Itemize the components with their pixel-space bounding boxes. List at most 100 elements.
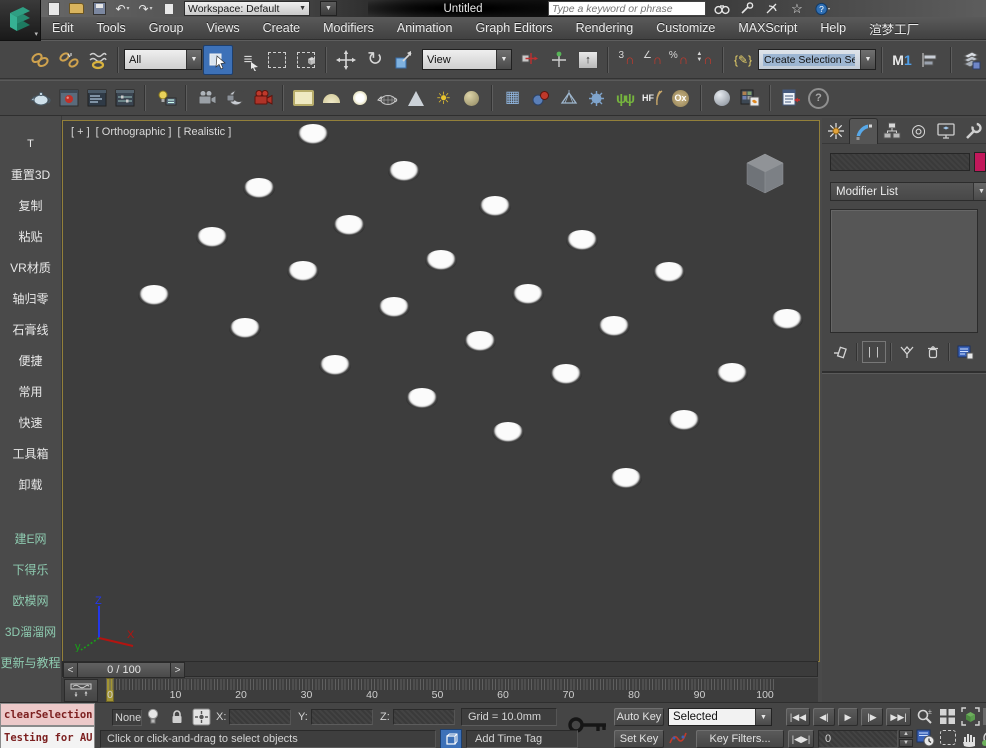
ceiling-light-object[interactable] xyxy=(378,297,410,318)
sidebar-tool-cn-7[interactable]: 便捷 xyxy=(18,351,42,371)
zoom-mode-icon[interactable]: ± xyxy=(916,708,934,729)
cone-light-icon[interactable] xyxy=(403,85,428,111)
undo-button[interactable]: ↶▾ xyxy=(115,2,130,15)
track-bar[interactable]: 0102030405060708090100 xyxy=(62,678,818,703)
light-lister-icon[interactable] xyxy=(153,85,178,111)
ceiling-light-object[interactable] xyxy=(566,230,598,251)
object-name-field[interactable] xyxy=(830,153,970,171)
film-camera-icon[interactable] xyxy=(194,85,219,111)
time-slider[interactable]: < 0 / 100 > xyxy=(62,661,818,677)
remove-modifier-button[interactable] xyxy=(922,342,944,362)
viewport-menu-general[interactable]: [ + ] xyxy=(71,126,90,138)
z-coordinate-field[interactable] xyxy=(393,709,455,725)
ceiling-light-object[interactable] xyxy=(771,309,803,330)
ox-fur-icon[interactable]: Ox xyxy=(668,85,693,111)
sidebar-tool-t[interactable]: T xyxy=(27,134,34,154)
tab-motion[interactable]: ◎ xyxy=(905,118,932,143)
menu-modifiers[interactable]: Modifiers xyxy=(323,21,374,35)
render-settings-icon[interactable] xyxy=(112,85,137,111)
ceiling-light-object[interactable] xyxy=(243,178,275,199)
grass-icon[interactable]: ψψ xyxy=(612,85,637,111)
workspace-selector[interactable]: Workspace: Default▼ xyxy=(184,2,310,15)
selection-filter-dropdown[interactable]: All ▼ xyxy=(124,49,202,70)
ceiling-light-object[interactable] xyxy=(229,318,261,339)
time-slider-thumb[interactable]: 0 / 100 xyxy=(77,662,171,678)
menu-item[interactable]: 渲梦工厂 xyxy=(869,19,919,38)
play-animation-button[interactable]: ▶ xyxy=(838,708,858,726)
favorites-star-icon[interactable]: ☆ xyxy=(788,2,806,16)
layer-manager-button[interactable] xyxy=(957,46,985,74)
percent-snap-toggle[interactable]: %∩ xyxy=(666,47,691,73)
isolate-selection-toggle[interactable] xyxy=(146,708,160,729)
new-key-curve-icon[interactable] xyxy=(668,729,690,748)
menu-create[interactable]: Create xyxy=(263,21,301,35)
use-pivot-point-center-button[interactable] xyxy=(516,46,544,74)
y-coordinate-field[interactable] xyxy=(311,709,373,725)
previous-frame-slider-button[interactable]: < xyxy=(63,662,78,678)
menu-animation[interactable]: Animation xyxy=(397,21,453,35)
search-input[interactable] xyxy=(548,1,706,16)
maxscript-mini-listener-white[interactable]: Testing for AU xyxy=(0,726,95,748)
x-coordinate-field[interactable] xyxy=(229,709,291,725)
select-and-manipulate-button[interactable] xyxy=(545,46,573,74)
pan-hand-icon[interactable] xyxy=(961,729,978,748)
ceiling-light-object[interactable] xyxy=(406,388,438,409)
align-button[interactable] xyxy=(917,46,945,74)
select-and-scale-button[interactable] xyxy=(390,46,418,74)
modifier-stack[interactable] xyxy=(830,209,978,333)
sidebar-tool-cn-3[interactable]: 粘贴 xyxy=(18,227,42,247)
bind-to-space-warp-button[interactable] xyxy=(84,46,112,74)
sidebar-tool-cn-8[interactable]: 常用 xyxy=(18,382,42,402)
mirror-button[interactable]: M1 xyxy=(888,46,916,74)
project-folder-icon[interactable] xyxy=(161,2,176,15)
pyramid-helper-icon[interactable] xyxy=(556,85,581,111)
show-end-result-button[interactable]: | | xyxy=(862,341,886,363)
selection-lock-toggle[interactable] xyxy=(170,709,184,728)
tiles-icon[interactable]: ▦ xyxy=(500,85,525,111)
render-teapot-icon[interactable] xyxy=(28,85,53,111)
sidebar-link-cn-3[interactable]: 3D溜溜网 xyxy=(5,622,56,642)
time-configuration-icon[interactable] xyxy=(916,729,935,748)
save-file-icon[interactable] xyxy=(92,2,107,15)
sidebar-tool-cn-9[interactable]: 快速 xyxy=(18,413,42,433)
communication-center-icon[interactable] xyxy=(738,2,756,16)
menu-graph-editors[interactable]: Graph Editors xyxy=(475,21,552,35)
sidebar-tool-cn-5[interactable]: 轴归零 xyxy=(12,289,48,309)
select-object-button[interactable] xyxy=(203,45,233,75)
go-to-end-button[interactable]: ▶▶| xyxy=(886,708,911,726)
select-by-name-button[interactable]: ≡ xyxy=(234,46,262,74)
named-selection-set-combo[interactable]: Create Selection Set ▼ xyxy=(758,49,876,70)
keyboard-shortcut-override-button[interactable]: ↑ xyxy=(574,46,602,74)
render-setup-icon[interactable] xyxy=(56,85,81,111)
menu-group[interactable]: Group xyxy=(149,21,184,35)
molecule-icon[interactable] xyxy=(528,85,553,111)
selection-region-icon[interactable] xyxy=(940,730,956,745)
ceiling-light-object[interactable] xyxy=(319,355,351,376)
wire-teapot-icon[interactable] xyxy=(375,85,400,111)
menu-help[interactable]: Help xyxy=(820,21,846,35)
key-mode-toggle[interactable]: |◀▶| xyxy=(788,730,814,748)
spinner-snap-toggle[interactable]: ▲▼ ∩ xyxy=(692,47,717,73)
satellite-icon[interactable] xyxy=(763,2,781,16)
sidebar-link-cn-1[interactable]: 下得乐 xyxy=(12,560,48,580)
hair-fur-icon[interactable]: HF xyxy=(640,85,665,111)
tab-hierarchy[interactable] xyxy=(878,118,905,143)
object-color-swatch[interactable] xyxy=(974,152,986,172)
go-to-start-button[interactable]: |◀◀ xyxy=(786,708,810,726)
toolbar-overflow-button[interactable]: ▼ xyxy=(320,1,337,16)
ceiling-light-object[interactable] xyxy=(668,410,700,431)
frame-spinner[interactable]: ▲▼ xyxy=(899,730,913,747)
next-frame-button[interactable]: |▶ xyxy=(861,708,883,726)
sidebar-tool-cn-10[interactable]: 工具箱 xyxy=(12,444,48,464)
ceiling-light-object[interactable] xyxy=(479,196,511,217)
ceiling-light-object[interactable] xyxy=(138,285,170,306)
help-circle-icon[interactable]: ? xyxy=(806,85,831,111)
sidebar-link-cn-2[interactable]: 欧模网 xyxy=(12,591,48,611)
dome-light-icon[interactable] xyxy=(319,85,344,111)
absolute-mode-transform-toggle[interactable] xyxy=(192,708,211,729)
key-filters-button[interactable]: Key Filters... xyxy=(696,730,784,748)
ceiling-light-object[interactable] xyxy=(388,161,420,182)
make-unique-button[interactable] xyxy=(896,342,918,362)
camera-moon-icon[interactable] xyxy=(222,85,247,111)
configure-modifier-sets-button[interactable] xyxy=(954,342,976,362)
